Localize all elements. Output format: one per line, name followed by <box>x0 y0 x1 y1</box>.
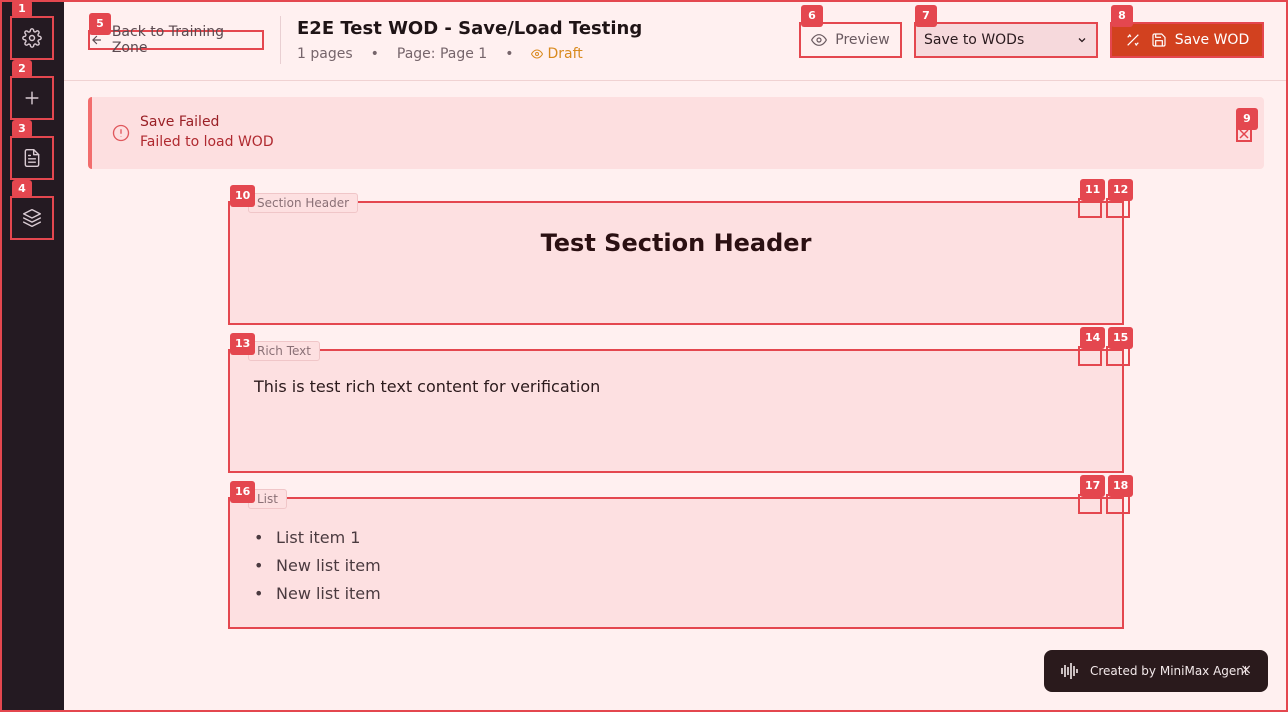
annotation-badge: 6 <box>801 5 823 27</box>
annotation-badge: 7 <box>915 5 937 27</box>
documents-button[interactable] <box>10 136 54 180</box>
floppy-disk-icon <box>1152 33 1166 47</box>
separator-dot: • <box>370 46 379 62</box>
annotation-badge: 14 <box>1080 327 1106 349</box>
section-header-block[interactable]: 10 Section Header 11 12 Test Section Hea… <box>228 179 1134 325</box>
annotation-badge: 5 <box>89 13 111 35</box>
back-to-training-zone-link[interactable]: Back to Training Zone <box>88 24 264 56</box>
alert-message: Failed to load WOD <box>140 134 274 150</box>
close-icon <box>1239 129 1249 139</box>
eye-icon <box>531 49 544 59</box>
gear-icon <box>22 28 42 48</box>
toast-close-button[interactable]: × <box>1240 662 1252 678</box>
alert-circle-icon <box>112 124 130 142</box>
annotation-badge: 18 <box>1108 475 1134 497</box>
settings-button[interactable] <box>10 16 54 60</box>
annotation-badge: 4 <box>12 180 32 198</box>
arrow-left-icon <box>92 35 101 45</box>
annotation-badge: 15 <box>1108 327 1134 349</box>
save-label: Save WOD <box>1174 32 1250 48</box>
section-type-label: Section Header <box>248 193 359 213</box>
minimax-agent-toast: Created by MiniMax Agent × <box>1044 650 1268 692</box>
preview-label: Preview <box>835 32 890 48</box>
rich-text-block[interactable]: 13 Rich Text 14 15 This is test rich tex… <box>228 327 1134 473</box>
pages-count: 1 pages <box>297 46 353 62</box>
list-item-text: New list item <box>276 583 381 603</box>
section-delete-button[interactable] <box>1106 346 1130 366</box>
section-move-handle[interactable] <box>1078 346 1102 366</box>
status-badge: Draft <box>531 46 583 62</box>
list-item: • List item 1 <box>254 523 381 551</box>
annotation-badge: 17 <box>1080 475 1106 497</box>
annotation-badge: 12 <box>1108 179 1134 201</box>
plus-icon <box>25 91 39 105</box>
preview-button[interactable]: Preview <box>799 22 902 58</box>
annotation-badge: 16 <box>230 481 256 503</box>
save-wod-button[interactable]: Save WOD <box>1110 22 1264 58</box>
list-block[interactable]: 16 List 17 18 • List item 1 • New list ite… <box>228 475 1134 629</box>
sidebar: 1 2 3 4 <box>0 0 64 712</box>
toast-label: Created by MiniMax Agent <box>1090 664 1249 678</box>
chevron-down-icon <box>1078 38 1086 43</box>
page-title: E2E Test WOD - Save/Load Testing <box>297 18 643 39</box>
bullet-icon: • <box>254 555 264 575</box>
annotation-badge: 2 <box>12 60 32 78</box>
rich-text-content: This is test rich text content for verif… <box>254 377 601 396</box>
list-item-text: List item 1 <box>276 527 361 547</box>
annotation-badge: 11 <box>1080 179 1106 201</box>
save-target-select[interactable]: Save to WODs <box>914 22 1098 58</box>
status-label: Draft <box>547 46 583 62</box>
annotation-badge: 10 <box>230 185 256 207</box>
current-page: Page: Page 1 <box>396 46 488 62</box>
annotation-badge: 8 <box>1111 5 1133 27</box>
page-meta: 1 pages • Page: Page 1 • Draft <box>297 46 583 62</box>
layers-icon <box>22 208 42 228</box>
annotation-badge: 13 <box>230 333 256 355</box>
add-button[interactable] <box>10 76 54 120</box>
section-move-handle[interactable] <box>1078 494 1102 514</box>
tool-icon <box>1127 34 1139 46</box>
list-item: • New list item <box>254 551 381 579</box>
header-divider <box>280 16 281 64</box>
separator-dot: • <box>505 46 514 62</box>
save-target-value: Save to WODs <box>924 32 1025 48</box>
bullet-icon: • <box>254 583 264 603</box>
bullet-list: • List item 1 • New list item • New list it… <box>254 523 381 607</box>
section-delete-button[interactable] <box>1106 198 1130 218</box>
error-alert: Save Failed Failed to load WOD 9 <box>88 97 1264 169</box>
waveform-icon <box>1061 663 1078 679</box>
page-header: 5 Back to Training Zone E2E Test WOD - S… <box>64 0 1288 81</box>
list-item-text: New list item <box>276 555 381 575</box>
bullet-icon: • <box>254 527 264 547</box>
annotation-badge: 9 <box>1236 108 1258 130</box>
section-type-label: Rich Text <box>248 341 320 361</box>
layers-button[interactable] <box>10 196 54 240</box>
list-item: • New list item <box>254 579 381 607</box>
annotation-badge: 3 <box>12 120 32 138</box>
annotation-badge: 1 <box>12 0 32 18</box>
document-icon <box>24 148 40 168</box>
eye-icon <box>811 34 828 46</box>
section-heading: Test Section Header <box>540 229 812 257</box>
back-link-label: Back to Training Zone <box>111 24 224 56</box>
section-move-handle[interactable] <box>1078 198 1102 218</box>
alert-title: Save Failed <box>140 114 220 130</box>
section-delete-button[interactable] <box>1106 494 1130 514</box>
